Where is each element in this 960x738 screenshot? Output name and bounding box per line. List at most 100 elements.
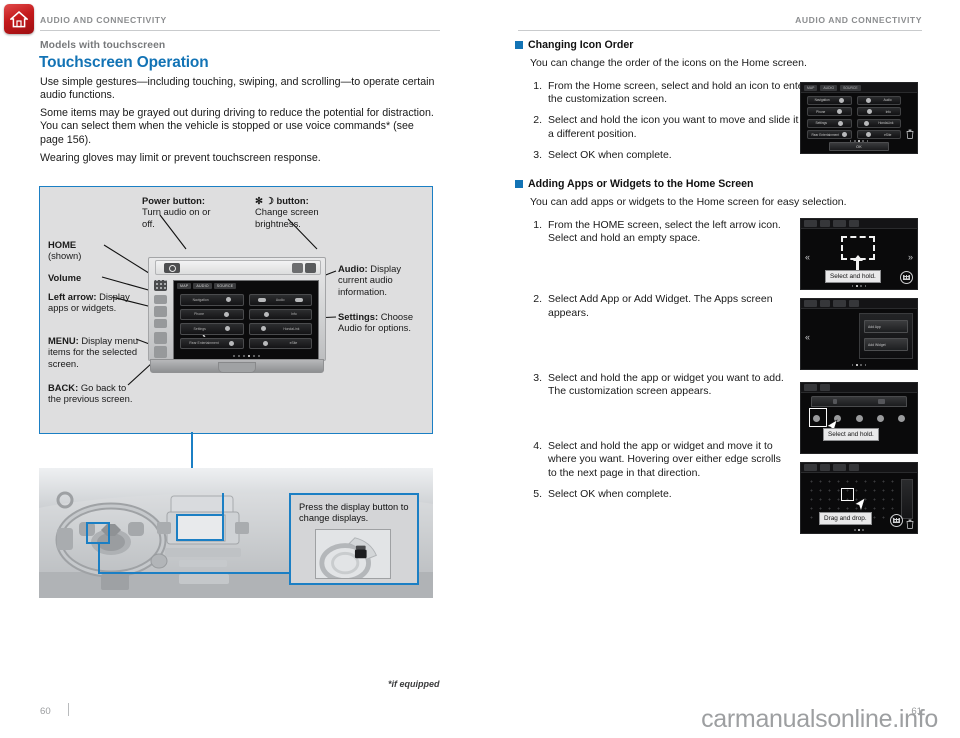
- esite-icon: [263, 340, 269, 346]
- page-indicator-dots: [801, 364, 917, 366]
- callout-audio: Audio: Display current audio information…: [338, 263, 426, 297]
- step-text: Select Add App or Add Widget. The Apps s…: [548, 293, 773, 319]
- tab-source[interactable]: SOURCE: [213, 283, 237, 289]
- step-text: Select OK when complete.: [548, 148, 672, 161]
- hondalink-icon: [864, 120, 870, 126]
- page-indicator-dots: [174, 355, 318, 357]
- home-key[interactable]: [154, 280, 167, 291]
- head-unit-illustration: MAP AUDIO SOURCE ❮ Navigation Phone: [148, 243, 326, 373]
- settings-icon: [224, 326, 230, 332]
- eject-button-icon[interactable]: [305, 263, 316, 273]
- callout-audio-label: Audio:: [338, 263, 368, 274]
- menu-item-info[interactable]: Info: [248, 308, 312, 320]
- step-number: 4.: [533, 440, 542, 453]
- models-note: Models with touchscreen: [40, 40, 166, 51]
- info-icon: [866, 109, 872, 115]
- next-page-edge: [901, 479, 913, 519]
- menu-key[interactable]: [154, 332, 167, 344]
- volume-up-key[interactable]: [154, 295, 167, 304]
- hondalink-icon: [261, 326, 267, 332]
- screenshot-add-step3: Select and hold.: [800, 382, 918, 454]
- music-note-icon: [865, 97, 871, 103]
- right-page: AUDIO AND CONNECTIVITY Changing Icon Ord…: [480, 0, 960, 738]
- step-number: 1.: [533, 219, 542, 231]
- list-item: 5. Select OK when complete.: [530, 488, 790, 501]
- menu-option-add-app: Add App: [864, 320, 908, 333]
- status-chip-icon: [804, 384, 817, 391]
- left-chevron-icon: «: [805, 252, 811, 262]
- step-text: Select and hold the app or widget and mo…: [548, 440, 781, 479]
- step-text: From the Home screen, select and hold an…: [548, 80, 808, 106]
- left-chevron-icon: «: [805, 332, 811, 342]
- body-paragraph-2: Some items may be grayed out during driv…: [40, 107, 434, 146]
- running-head-left: AUDIO AND CONNECTIVITY: [40, 15, 167, 25]
- menu-item-hondalink[interactable]: HondaLink: [248, 323, 312, 335]
- volume-down-key[interactable]: [154, 319, 167, 328]
- step-number: 2.: [533, 293, 542, 306]
- step-number: 3.: [533, 371, 542, 384]
- header-rule-right: [518, 30, 922, 31]
- menu-item-label: Navigation: [814, 98, 830, 103]
- rear-entertainment-icon: [842, 132, 848, 138]
- menu-option-add-widget: Add Widget: [864, 338, 908, 351]
- dashboard-photo: Press the display button to change displ…: [39, 468, 433, 598]
- screen-tab-bar: MAP AUDIO SOURCE: [177, 283, 237, 289]
- status-chip-icon: [849, 464, 859, 471]
- callout-left-arrow-label: Left arrow:: [48, 291, 97, 302]
- callout-menu-label: MENU:: [48, 335, 79, 346]
- status-chip-icon: [849, 300, 859, 307]
- menu-item-audio[interactable]: Audio: [248, 294, 312, 306]
- page-indicator-dots: [801, 285, 917, 287]
- status-chip-icon: [804, 220, 817, 227]
- app-icon: [898, 414, 905, 422]
- step-number: 1.: [533, 80, 542, 92]
- add-menu-panel: Add App Add Widget: [859, 313, 913, 359]
- brightness-button-icon[interactable]: [292, 263, 303, 273]
- menu-item-settings[interactable]: Settings: [180, 323, 244, 335]
- head-unit-keypad: [153, 280, 169, 358]
- menu-item-phone[interactable]: Phone: [180, 308, 244, 320]
- list-item: 2. Select and hold the icon you want to …: [530, 114, 815, 140]
- section-heading-label: Changing Icon Order: [528, 39, 634, 51]
- app-icon: [876, 414, 884, 422]
- tab-audio[interactable]: AUDIO: [193, 283, 212, 289]
- tab-map[interactable]: MAP: [177, 283, 192, 289]
- menu-item-rear-entertainment[interactable]: Rear Entertainment: [180, 337, 244, 349]
- status-chip-icon: [820, 300, 830, 307]
- callout-back: BACK: Go back to the previous screen.: [48, 382, 134, 405]
- steps-changing-icon-order: 1. From the Home screen, select and hold…: [530, 80, 815, 170]
- back-key[interactable]: [154, 346, 167, 358]
- grid-left-column: Navigation Phone Settings Rear Entertain…: [807, 96, 852, 139]
- menu-item-navigation[interactable]: Navigation: [180, 294, 244, 306]
- menu-item-label: eSite: [884, 132, 892, 137]
- menu-item-label: Settings: [193, 326, 206, 331]
- menu-item-settings: Settings: [807, 118, 852, 128]
- page-indicator-dots: [801, 529, 917, 531]
- phone-icon: [224, 311, 230, 317]
- head-unit-screen[interactable]: MAP AUDIO SOURCE ❮ Navigation Phone: [173, 280, 319, 360]
- step-text: From the HOME screen, select the left ar…: [548, 219, 781, 245]
- bullet-square-icon: [515, 180, 523, 188]
- callout-power-text: Turn audio on or off.: [142, 206, 211, 229]
- grid-right-column: Audio Info HondaLink eSite: [856, 96, 901, 139]
- apps-grid-icon: [900, 271, 913, 284]
- header-rule-left: [40, 30, 440, 31]
- status-chip-icon: [833, 464, 846, 471]
- callout-brightness-text: Change screen brightness.: [255, 206, 319, 229]
- bullet-square-icon: [515, 41, 523, 49]
- status-chip-icon: [833, 300, 846, 307]
- menu-item-esite[interactable]: eSite: [248, 337, 312, 349]
- callout-power-label: Power button:: [142, 195, 206, 206]
- body-paragraph-3: Wearing gloves may limit or prevent touc…: [40, 152, 321, 164]
- left-page: AUDIO AND CONNECTIVITY Models with touch…: [0, 0, 480, 738]
- power-button-icon[interactable]: [164, 263, 180, 273]
- section-heading-label: Adding Apps or Widgets to the Home Scree…: [528, 178, 754, 190]
- site-watermark: carmanualsonline.info: [701, 705, 938, 733]
- section-heading-changing-icon-order: Changing Icon Order: [515, 39, 633, 51]
- highlight-connector-horizontal: [98, 572, 291, 574]
- section-intro-changing-icon-order: You can change the order of the icons on…: [530, 57, 807, 69]
- settings-icon: [838, 120, 843, 126]
- volume-key[interactable]: [154, 306, 167, 317]
- trash-icon: [906, 129, 914, 139]
- rear-entertainment-icon: [229, 340, 235, 346]
